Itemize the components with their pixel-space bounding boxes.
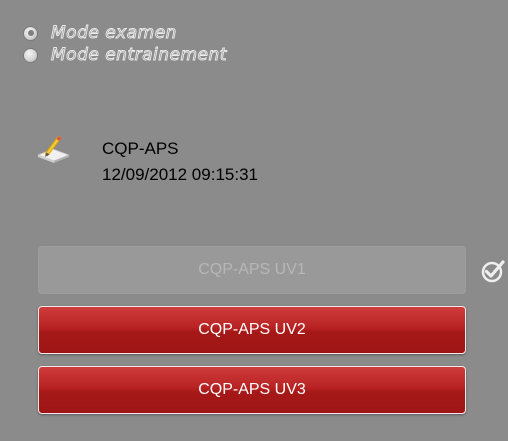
uv1-button-label: CQP-APS UV1 [198, 261, 306, 278]
pencil-icon [36, 136, 70, 163]
radio-mode-entrainement[interactable]: Mode entrainement [24, 44, 227, 66]
session-info: CQP-APS 12/09/2012 09:15:31 [36, 136, 258, 188]
uv3-button[interactable]: CQP-APS UV3 [38, 366, 466, 414]
mode-radio-group: Mode examen Mode entrainement [24, 22, 227, 66]
radio-button-checked[interactable] [24, 26, 37, 40]
uv2-button[interactable]: CQP-APS UV2 [38, 306, 466, 354]
radio-label: Mode examen [51, 23, 177, 44]
radio-label: Mode entrainement [51, 45, 227, 66]
session-name: CQP-APS [102, 139, 179, 158]
uv1-button[interactable]: CQP-APS UV1 [38, 246, 466, 294]
radio-mode-examen[interactable]: Mode examen [24, 22, 227, 44]
session-datetime: 12/09/2012 09:15:31 [102, 165, 258, 184]
session-text: CQP-APS 12/09/2012 09:15:31 [102, 136, 258, 188]
uv3-button-label: CQP-APS UV3 [198, 381, 306, 398]
uv2-button-label: CQP-APS UV2 [198, 321, 306, 338]
radio-button-unchecked[interactable] [24, 48, 37, 62]
check-circle-icon [481, 260, 505, 283]
